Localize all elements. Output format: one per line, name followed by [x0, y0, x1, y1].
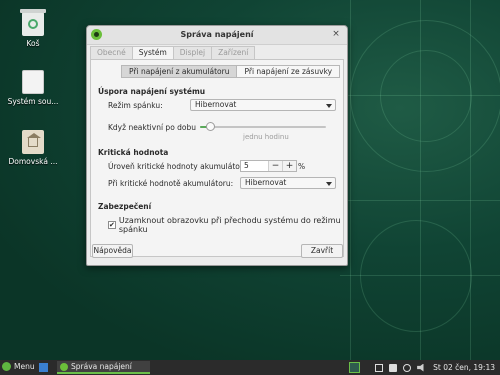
volume-icon[interactable] [417, 363, 424, 372]
lock-screen-label: Uzamknout obrazovku při přechodu systému… [118, 216, 341, 234]
tab-system[interactable]: Systém [131, 46, 174, 59]
sleep-mode-label: Režim spánku: [108, 101, 163, 110]
file-manager-icon[interactable] [39, 363, 48, 372]
tab-devices[interactable]: Zařízení [211, 46, 256, 59]
wallpaper-line [350, 0, 351, 360]
home-folder-icon [22, 130, 44, 154]
window-titlebar[interactable]: Správa napájení × [87, 26, 347, 45]
network-icon[interactable] [375, 363, 384, 372]
close-icon[interactable]: × [330, 28, 342, 40]
taskbar: Menu Správa napájení St 02 čen, 19:13 [0, 360, 500, 375]
lock-screen-checkbox[interactable]: ✔ Uzamknout obrazovku při přechodu systé… [108, 216, 343, 234]
task-label: Správa napájení [71, 362, 132, 371]
show-desktop-button[interactable] [349, 362, 360, 373]
inactive-timeout-slider[interactable] [200, 122, 326, 131]
desktop-icon-label: Domovská ... [8, 157, 58, 166]
increment-button[interactable]: + [282, 161, 296, 171]
power-manager-app-icon [60, 362, 68, 371]
section-heading-power-saving: Úspora napájení systému [98, 87, 206, 96]
critical-level-stepper[interactable]: 5 − + [240, 160, 297, 172]
battery-icon[interactable] [389, 363, 398, 372]
inactive-timeout-label: Když neaktivní po dobu [108, 123, 197, 132]
wallpaper-line [340, 275, 500, 276]
checkbox-check-icon[interactable]: ✔ [108, 221, 116, 229]
wallpaper-circle [380, 50, 472, 142]
section-heading-security: Zabezpečení [98, 202, 152, 211]
tab-general[interactable]: Obecné [90, 46, 133, 59]
updates-icon[interactable] [403, 363, 412, 372]
trash-icon [20, 9, 46, 36]
sleep-mode-select[interactable]: Hibernovat [190, 99, 336, 111]
wallpaper-circle [360, 220, 472, 332]
system-tray: St 02 čen, 19:13 [372, 360, 495, 375]
critical-action-label: Při kritické hodnotě akumulátoru: [108, 179, 234, 188]
desktop-icon-label: Koš [26, 39, 40, 48]
help-button[interactable]: Nápověda [92, 244, 133, 258]
menu-button[interactable]: Menu [2, 362, 35, 371]
document-icon [22, 70, 44, 94]
taskbar-item-power-manager[interactable]: Správa napájení [57, 361, 150, 374]
critical-action-select[interactable]: Hibernovat [240, 177, 336, 189]
decrement-button[interactable]: − [268, 161, 282, 171]
slider-handle[interactable] [206, 122, 215, 131]
desktop-icon-system[interactable]: Systém sou... [3, 70, 63, 106]
critical-level-label: Úroveň kritické hodnoty akumulátoru: [108, 162, 251, 171]
close-button[interactable]: Zavřít [301, 244, 343, 258]
wallpaper-line [470, 0, 471, 360]
percent-unit: % [298, 162, 306, 171]
inactive-timeout-value: jednu hodinu [243, 133, 289, 141]
tab-bar: Obecné Systém Displej Zařízení [90, 46, 256, 59]
desktop-icon-trash[interactable]: Koš [3, 9, 63, 48]
tab-content-system: Při napájení z akumulátoru Při napájení … [90, 59, 344, 257]
window-title: Správa napájení [180, 30, 254, 39]
desktop-icon-label: Systém sou... [7, 97, 59, 106]
chevron-down-icon [326, 182, 332, 186]
power-manager-window: Správa napájení × Obecné Systém Displej … [86, 25, 348, 266]
chevron-down-icon [326, 104, 332, 108]
wallpaper-line [340, 200, 500, 201]
clock[interactable]: St 02 čen, 19:13 [433, 363, 495, 372]
opensuse-icon [2, 362, 11, 371]
power-source-switch: Při napájení z akumulátoru Při napájení … [121, 65, 341, 78]
wallpaper-line [340, 95, 500, 96]
battery-mode-button[interactable]: Při napájení z akumulátoru [121, 65, 238, 78]
sleep-mode-value: Hibernovat [195, 100, 237, 109]
critical-action-value: Hibernovat [245, 178, 287, 187]
menu-label: Menu [14, 362, 35, 371]
critical-level-value[interactable]: 5 [241, 161, 268, 171]
ac-mode-button[interactable]: Při napájení ze zásuvky [237, 65, 341, 78]
desktop-icon-home[interactable]: Domovská ... [3, 130, 63, 166]
section-heading-critical: Kritická hodnota [98, 148, 169, 157]
tab-display[interactable]: Displej [172, 46, 213, 59]
wallpaper-line [420, 0, 421, 360]
